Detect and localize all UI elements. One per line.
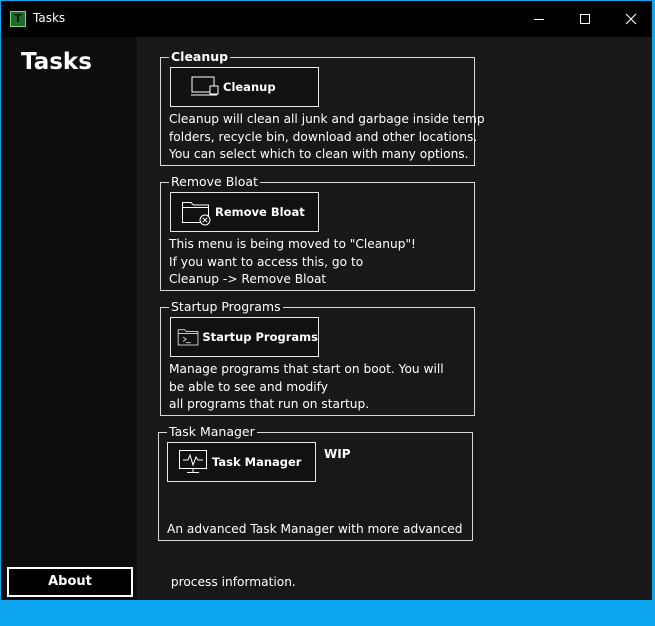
maximize-button[interactable] [562,1,608,37]
description-line: An advanced Task Manager with more advan… [167,522,463,536]
group-label-remove-bloat: Remove Bloat [169,174,260,190]
window-title: Tasks [33,11,66,25]
minimize-icon [534,19,544,20]
description-line: folders, recycle bin, download and other… [169,129,478,144]
description-line: Cleanup -> Remove Bloat [169,272,327,286]
description-line: all programs that run on startup. [169,397,370,411]
remove-bloat-description: This menu is being moved to "Cleanup"! I… [169,236,416,289]
folder-terminal-icon [177,329,199,346]
group-startup-programs: Startup Programs Startup Programs Manage… [160,299,475,416]
cleanup-button-label: Cleanup [223,80,276,94]
app-window: T Tasks Tasks About Cleanup Cleanup Clea… [0,0,653,601]
description-line: Cleanup will clean all junk and garbage … [169,112,485,126]
group-label-cleanup: Cleanup [169,49,231,65]
description-line: Manage programs that start on boot. You … [169,362,444,376]
sidebar-title: Tasks [21,49,92,75]
remove-bloat-button-label: Remove Bloat [215,205,305,219]
maximize-icon [580,14,590,24]
description-line: You can select which to clean with many … [169,147,469,161]
group-label-startup-programs: Startup Programs [169,299,283,315]
cleanup-icon [191,76,219,96]
wip-badge: WIP [324,447,351,461]
description-line: If you want to access this, go to [169,254,364,269]
description-line: This menu is being moved to "Cleanup"! [169,237,416,251]
close-button[interactable] [608,1,654,37]
monitor-activity-icon [179,450,207,473]
minimize-button[interactable] [516,1,562,37]
task-manager-button[interactable]: Task Manager [167,442,316,482]
startup-programs-description: Manage programs that start on boot. You … [169,361,444,414]
title-bar[interactable]: T Tasks [1,1,652,37]
task-manager-button-label: Task Manager [212,455,302,469]
close-icon [625,13,637,25]
group-cleanup: Cleanup Cleanup Cleanup will clean all j… [160,49,485,166]
group-label-task-manager: Task Manager [167,424,257,440]
description-line: be able to see and modify [169,379,328,394]
cleanup-description: Cleanup will clean all junk and garbage … [169,111,485,164]
cleanup-button[interactable]: Cleanup [170,67,319,107]
group-remove-bloat: Remove Bloat Remove Bloat This menu is b… [160,174,475,291]
sidebar: Tasks About [1,37,137,600]
about-button[interactable]: About [7,567,133,597]
group-task-manager: Task Manager Task Manager WIP An advance… [158,424,473,589]
description-line: process information. [167,574,296,589]
startup-programs-button[interactable]: Startup Programs [170,317,319,357]
task-manager-description: An advanced Task Manager with more advan… [167,486,463,626]
startup-programs-button-label: Startup Programs [202,330,318,344]
folder-remove-icon [182,202,211,226]
main-panel: Cleanup Cleanup Cleanup will clean all j… [137,37,652,600]
remove-bloat-button[interactable]: Remove Bloat [170,192,319,232]
app-logo-icon: T [10,11,26,27]
